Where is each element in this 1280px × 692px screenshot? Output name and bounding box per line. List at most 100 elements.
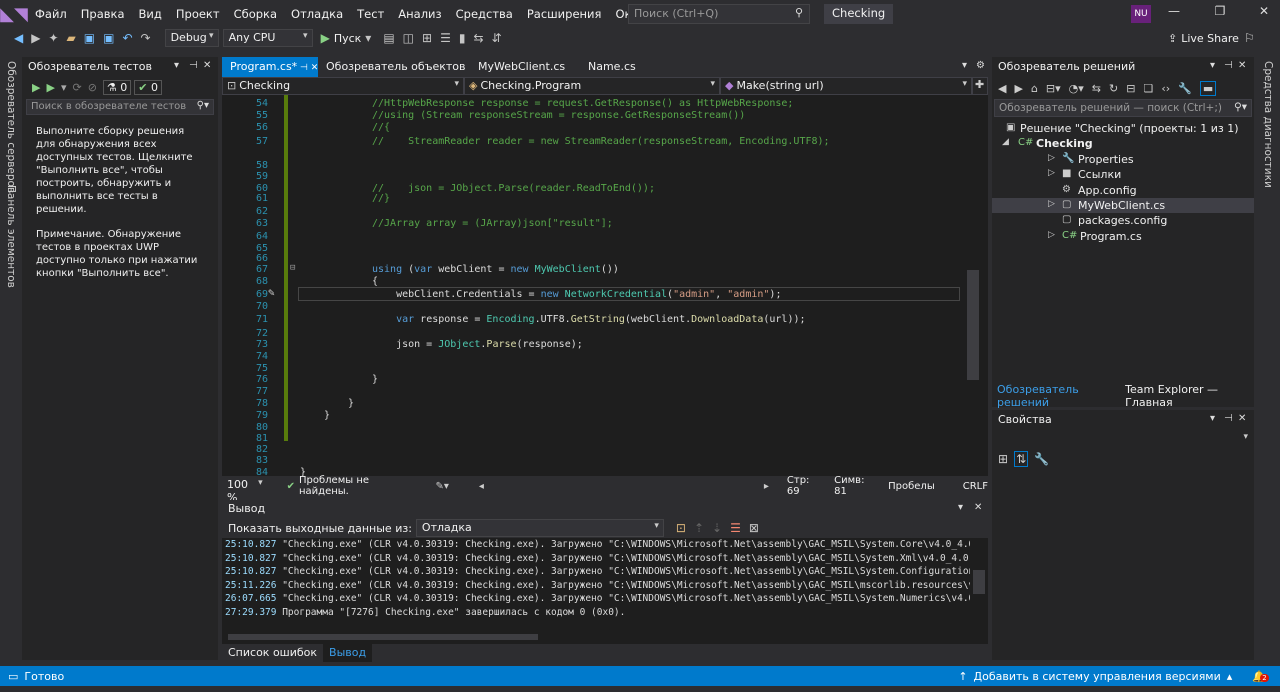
add-to-source-control-button[interactable]: Добавить в систему управления версиями — [974, 670, 1221, 683]
tool-icon[interactable]: ▤ — [383, 31, 394, 45]
repeat-icon[interactable]: ⟳ — [72, 81, 81, 94]
solution-bottom-tab[interactable]: Обозреватель решений — [992, 381, 1120, 411]
code-view[interactable]: 54 //HttpWebResponse response = request.G… — [222, 95, 962, 489]
next-message-icon[interactable]: ⇣ — [712, 521, 722, 535]
find-message-icon[interactable]: ⊡ — [676, 521, 686, 535]
close-icon[interactable]: ✕ — [1252, 4, 1276, 24]
start-dropdown-icon[interactable]: ▾ — [365, 31, 371, 45]
run-all-icon[interactable]: ▶ — [32, 81, 40, 94]
dropdown-icon[interactable]: ▾ — [1210, 60, 1215, 71]
property-pages-icon[interactable]: 🔧 — [1034, 452, 1049, 466]
pin-icon[interactable]: ⊣ — [1224, 413, 1233, 424]
open-file-icon[interactable]: ▰ — [67, 31, 76, 45]
menu-item[interactable]: Расширения — [520, 7, 609, 21]
quick-launch-search[interactable]: Поиск (Ctrl+Q) ⚲ — [628, 4, 810, 24]
flask-filter[interactable]: ⚗ 0 — [102, 79, 132, 95]
prev-message-icon[interactable]: ⇡ — [694, 521, 704, 535]
tool-icon[interactable]: ⇆ — [473, 31, 483, 45]
tree-item[interactable]: ▷ C# Program.cs — [992, 229, 1254, 244]
output-scroll-thumb[interactable] — [973, 570, 985, 594]
tab-pin-close-icon[interactable]: ⊣ ✕ — [297, 63, 318, 73]
expand-arrow-icon[interactable]: ▷ — [1048, 168, 1055, 178]
avatar[interactable]: NU — [1131, 5, 1151, 23]
tab-program-cs-[interactable]: Program.cs* ⊣ ✕ — [222, 57, 318, 77]
word-wrap-icon[interactable]: ⊠ — [749, 521, 759, 535]
output-source-select[interactable]: Отладка ▾ — [415, 519, 664, 537]
dropdown-icon[interactable]: ▾ — [958, 502, 963, 513]
tab-dropdown-icon[interactable]: ▾ — [962, 60, 967, 71]
back-icon[interactable]: ◀ — [998, 82, 1006, 95]
solution-bottom-tab[interactable]: Team Explorer — Главная — [1120, 381, 1254, 411]
tab-mywebclient-cs[interactable]: MyWebClient.cs — [470, 57, 580, 77]
tree-item[interactable]: ▣ Решение "Checking" (проекты: 1 из 1) — [992, 121, 1254, 136]
tree-item[interactable]: ▷ ▢ MyWebClient.cs — [992, 197, 1254, 214]
collapse-all-icon[interactable]: ⊟ — [1126, 82, 1135, 95]
undo-icon[interactable]: ↶ — [122, 31, 132, 45]
close-icon[interactable]: ✕ — [1238, 60, 1246, 71]
tree-item[interactable]: ▷ 🔧 Properties — [992, 152, 1254, 167]
output-text[interactable]: 25:10.827 "Checking.exe" (CLR v4.0.30319… — [222, 538, 970, 619]
forward-icon[interactable]: ▶ — [1014, 82, 1022, 95]
scrollbar-thumb[interactable] — [967, 270, 979, 380]
start-icon[interactable]: ▶ — [321, 31, 330, 45]
expand-arrow-icon[interactable]: ▷ — [1048, 199, 1055, 209]
view-code-icon[interactable]: ‹› — [1161, 82, 1170, 95]
redo-icon[interactable]: ↷ — [141, 31, 151, 45]
live-share-button[interactable]: ⇪ Live Share — [1168, 32, 1239, 45]
toolbox-tab[interactable]: Панель элементов — [5, 185, 17, 288]
preview-icon[interactable]: ▬ — [1199, 80, 1217, 96]
dropdown-icon[interactable]: ▾ — [174, 60, 179, 71]
menu-item[interactable]: Проект — [169, 7, 227, 21]
menu-item[interactable]: Тест — [350, 7, 391, 21]
start-button[interactable]: Пуск — [334, 32, 361, 45]
test-search-input[interactable]: Поиск в обозревателе тестов ⚲▾ — [26, 99, 214, 115]
quick-actions-icon[interactable]: ✎ — [268, 286, 275, 299]
tool-icon[interactable]: ◫ — [403, 31, 414, 45]
sync-icon[interactable]: ⇆ — [1092, 82, 1101, 95]
diagnostic-tools-tab[interactable]: Средства диагностики — [1262, 61, 1274, 188]
tree-item[interactable]: ▷ ■ Ссылки — [992, 167, 1254, 182]
member-nav-select[interactable]: ◆ Make(string url) ▾ — [720, 77, 972, 95]
menu-item[interactable]: Анализ — [391, 7, 448, 21]
switch-views-icon[interactable]: ⊟▾ — [1046, 82, 1061, 95]
collapse-icon[interactable]: ⊟ — [290, 263, 295, 273]
forward-icon[interactable]: ▶ — [31, 31, 40, 45]
pin-icon[interactable]: ⊣ — [1224, 60, 1233, 71]
expand-arrow-icon[interactable]: ▷ — [1048, 230, 1055, 240]
show-all-files-icon[interactable]: ❏ — [1143, 82, 1153, 95]
configuration-select[interactable]: Debug ▾ — [164, 29, 219, 47]
tab-name-cs[interactable]: Name.cs — [580, 57, 980, 77]
settings-icon[interactable]: ⚙ — [976, 60, 985, 71]
bottom-tab[interactable]: Список ошибок — [222, 644, 323, 662]
home-icon[interactable]: ⌂ — [1031, 82, 1038, 95]
bottom-tab[interactable]: Вывод — [323, 644, 373, 662]
clear-all-icon[interactable]: ☰ — [730, 521, 741, 535]
issues-label[interactable]: Проблемы не найдены. — [299, 475, 405, 497]
tool-icon[interactable]: ☰ — [440, 31, 451, 45]
scroll-right-icon[interactable]: ▸ — [764, 481, 769, 492]
tool-icon[interactable]: ⊞ — [422, 31, 432, 45]
menu-item[interactable]: Правка — [74, 7, 132, 21]
tree-item[interactable]: ◢ C# Checking — [992, 136, 1254, 151]
close-icon[interactable]: ✕ — [203, 60, 211, 71]
minimize-icon[interactable]: — — [1162, 4, 1186, 24]
tool-icon[interactable]: ⇵ — [492, 31, 502, 45]
save-icon[interactable]: ▣ — [84, 31, 95, 45]
properties-object-select[interactable]: ▾ — [994, 430, 1252, 448]
categorized-icon[interactable]: ⊞ — [998, 452, 1008, 466]
class-nav-select[interactable]: ◈ Checking.Program ▾ — [464, 77, 720, 95]
server-explorer-tab[interactable]: Обозреватель серверов — [5, 61, 17, 193]
output-horizontal-scrollbar[interactable] — [228, 634, 538, 640]
menu-item[interactable]: Средства — [449, 7, 520, 21]
properties-icon[interactable]: 🔧 — [1178, 82, 1192, 95]
close-icon[interactable]: ✕ — [1238, 413, 1246, 424]
expand-arrow-icon[interactable]: ◢ — [1002, 137, 1009, 147]
close-icon[interactable]: ✕ — [974, 502, 982, 513]
menu-item[interactable]: Файл — [28, 7, 74, 21]
project-nav-select[interactable]: ⊡ Checking ▾ — [222, 77, 464, 95]
menu-item[interactable]: Вид — [132, 7, 169, 21]
bookmark-icon[interactable]: ▮ — [459, 31, 466, 45]
run-icon[interactable]: ▶ — [46, 81, 54, 94]
scroll-left-icon[interactable]: ◂ — [479, 481, 484, 492]
maximize-icon[interactable]: ❐ — [1208, 4, 1232, 24]
